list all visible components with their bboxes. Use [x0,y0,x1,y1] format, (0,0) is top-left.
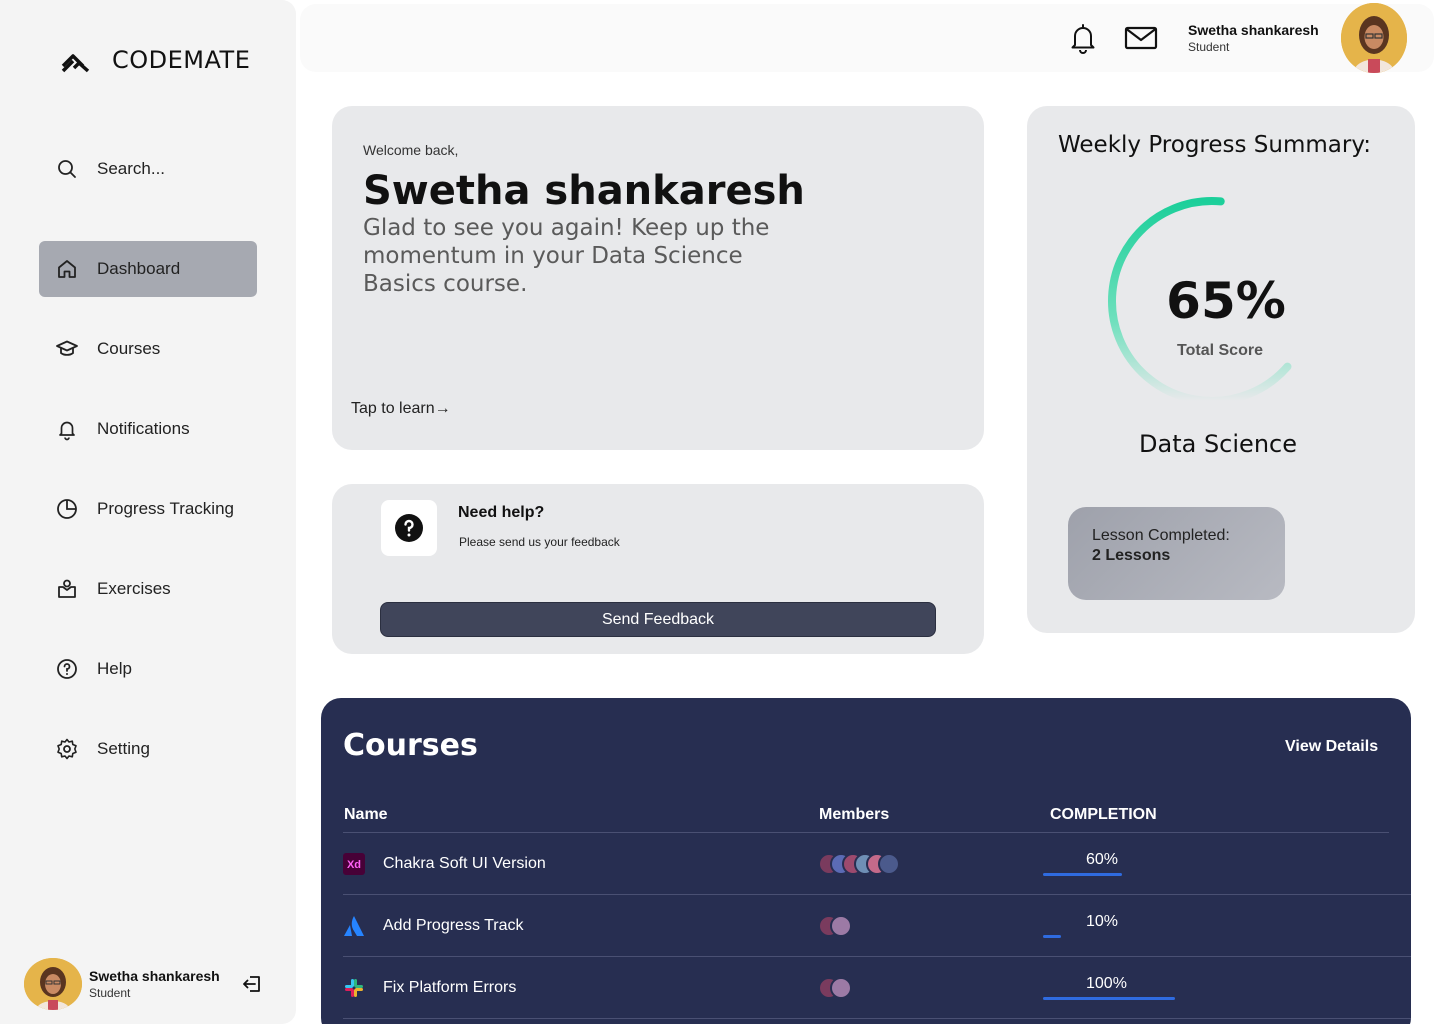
sidebar-item-label: Courses [97,339,161,358]
course-name: Fix Platform Errors [383,979,517,996]
course-name: Chakra Soft UI Version [383,855,546,872]
members-group [818,977,852,999]
completion-percent: 100% [1086,975,1127,992]
welcome-message: Glad to see you again! Keep up the momen… [363,215,770,297]
sidebar-user[interactable]: Swetha shankaresh Student [24,958,220,1010]
slack-icon [345,979,363,997]
welcome-card: Welcome back, Swetha shankaresh Glad to … [332,106,984,450]
question-circle-icon [395,514,423,542]
topbar-user-role: Student [1188,40,1230,54]
completion-bar [1043,873,1122,876]
progress-course-name: Data Science [1139,430,1297,458]
logout-icon[interactable] [240,972,264,996]
help-subtitle: Please send us your feedback [459,535,620,549]
mail-icon[interactable] [1124,24,1158,52]
sidebar-item-label: Help [97,659,132,678]
user-name: Swetha shankaresh [89,968,220,984]
help-card: Need help? Please send us your feedback … [332,484,984,654]
logo-text: CODEMATE [112,46,251,74]
member-avatar [878,853,900,875]
logo[interactable]: CODEMATE [60,44,250,76]
sidebar-item-label: Dashboard [97,259,181,278]
codemate-logo-icon [61,54,90,73]
members-group [818,915,852,937]
avatar [24,958,82,1010]
lesson-completed-box: Lesson Completed: 2 Lessons [1068,507,1285,600]
adobe-xd-icon: Xd [343,853,365,875]
bell-icon[interactable] [1068,22,1098,54]
sidebar-item-progress-tracking[interactable]: Progress Tracking [39,481,257,537]
members-group [818,853,900,875]
column-header-members: Members [819,806,890,823]
graduation-cap-icon [56,340,78,356]
user-role: Student [89,986,131,1000]
table-row[interactable]: Add Progress Track 10% [343,895,1411,957]
sidebar-item-exercises[interactable]: Exercises [39,561,257,617]
sidebar-item-notifications[interactable]: Notifications [39,401,257,457]
sidebar-item-label: Setting [97,739,150,758]
courses-panel: Courses View Details Name Members COMPLE… [321,698,1411,1024]
score-label: Total Score [1177,342,1263,359]
user-photo-icon [24,958,82,1010]
home-icon [58,260,76,278]
completion-bar [1043,997,1175,1000]
sidebar-item-label: Progress Tracking [97,499,234,518]
help-icon-box [381,500,437,556]
table-row[interactable]: Xd Chakra Soft UI Version 60% [343,833,1411,895]
completion-percent: 10% [1086,913,1119,930]
member-avatar [830,977,852,999]
search-label: Search... [97,159,166,178]
gear-icon [57,738,77,760]
sidebar-item-label: Exercises [97,579,171,598]
view-details-link[interactable]: View Details [1285,738,1378,756]
question-circle-icon [57,659,77,679]
completion-percent: 60% [1086,851,1119,868]
sidebar: CODEMATE Search... Dashboard Courses Not… [0,0,296,1024]
exercise-icon [58,579,76,598]
topbar-avatar[interactable] [1341,3,1407,73]
lesson-label: Lesson Completed: [1092,527,1230,544]
welcome-name: Swetha shankaresh [363,168,805,214]
completion-bar [1043,935,1061,938]
topbar-user-name: Swetha shankaresh [1188,22,1319,38]
welcome-label: Welcome back, [363,142,459,158]
column-header-name: Name [344,806,388,823]
lesson-count: 2 Lessons [1092,547,1171,564]
send-feedback-button[interactable]: Send Feedback [380,602,936,637]
progress-percent: 65% [1166,272,1286,330]
table-row[interactable]: Fix Platform Errors 100% [343,957,1411,1019]
search-button[interactable]: Search... [39,141,257,197]
sidebar-item-label: Notifications [97,419,190,438]
bell-icon [59,421,75,441]
column-header-completion: COMPLETION [1050,806,1157,823]
course-name: Add Progress Track [383,917,524,934]
sidebar-item-help[interactable]: Help [39,641,257,697]
sidebar-item-dashboard[interactable]: Dashboard [39,241,257,297]
user-photo-icon [1341,3,1407,73]
member-avatar [830,915,852,937]
courses-title: Courses [343,728,478,763]
tap-to-learn-link[interactable]: Tap to learn→ [351,400,451,418]
atlassian-icon [344,916,364,936]
weekly-progress-card: Weekly Progress Summary: 65% Total Score… [1027,106,1415,633]
help-title: Need help? [458,504,545,521]
progress-title: Weekly Progress Summary: [1058,132,1372,158]
sidebar-item-setting[interactable]: Setting [39,721,257,777]
pie-chart-icon [57,499,77,519]
search-icon [58,160,76,178]
topbar [300,4,1434,72]
svg-text:Xd: Xd [347,859,361,871]
sidebar-item-courses[interactable]: Courses [39,321,257,377]
